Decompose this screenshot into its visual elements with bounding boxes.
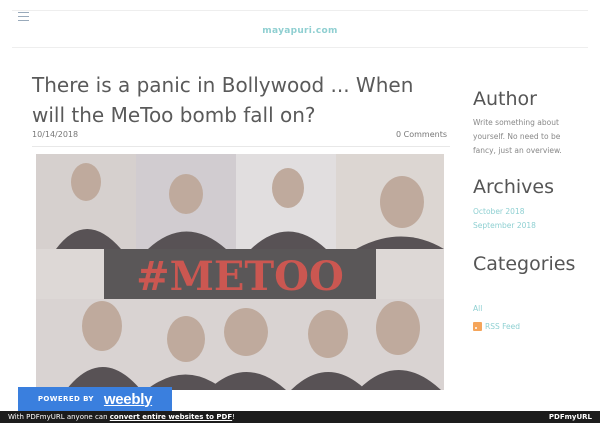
pdf-bar-prefix: With PDFmyURL anyone can — [8, 413, 110, 421]
archive-link-september-2018[interactable]: September 2018 — [473, 221, 536, 230]
metoo-image-text: #METOO — [136, 253, 344, 300]
author-text: Write something about yourself. No need … — [473, 118, 562, 155]
nav-divider — [12, 47, 588, 48]
post-date: 10/14/2018 — [32, 130, 79, 139]
comments-link[interactable]: 0 Comments — [396, 130, 447, 139]
top-divider — [12, 10, 588, 11]
hamburger-menu-icon[interactable] — [18, 12, 29, 22]
archives-heading: Archives — [473, 176, 554, 198]
author-heading: Author — [473, 88, 537, 110]
category-link-all[interactable]: All — [473, 304, 482, 313]
post-title: There is a panic in Bollywood ... When w… — [32, 73, 414, 127]
pdf-bar-link[interactable]: convert entire websites to PDF — [110, 413, 232, 421]
weebly-badge[interactable]: POWERED BY weebly — [18, 387, 172, 411]
weebly-logo: weebly — [103, 390, 153, 408]
powered-by-label: POWERED BY — [37, 395, 94, 403]
pdf-bar-suffix: ! — [232, 413, 235, 421]
pdfmyurl-bar: With PDFmyURL anyone can convert entire … — [0, 411, 600, 423]
rss-icon — [473, 322, 482, 331]
archive-link-october-2018[interactable]: October 2018 — [473, 207, 525, 216]
rss-feed-label[interactable]: RSS Feed — [485, 322, 520, 331]
categories-heading: Categories — [473, 253, 576, 275]
post-image: #METOO — [36, 154, 444, 390]
pdfmyurl-logo[interactable]: PDFmyURL — [549, 411, 592, 423]
site-title[interactable]: mayapuri.com — [0, 26, 600, 36]
rss-feed-link[interactable]: RSS Feed — [473, 322, 520, 331]
post-divider — [32, 146, 450, 147]
